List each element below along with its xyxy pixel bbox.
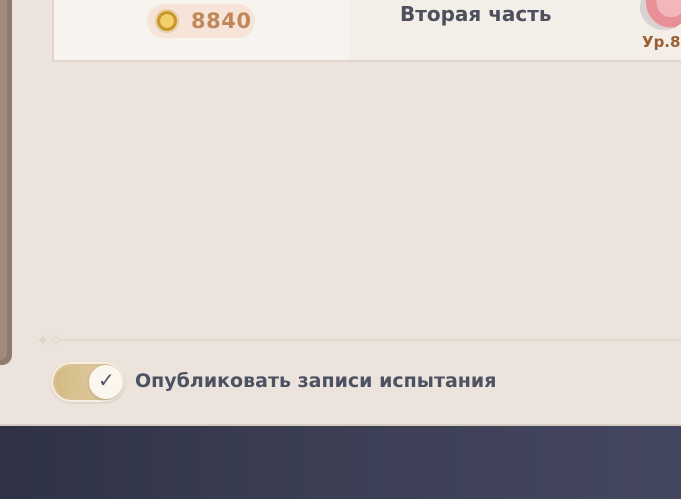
section-divider — [60, 339, 681, 341]
checkmark-icon: ✓ — [98, 368, 115, 392]
challenge-summary-card: 8840 Вторая часть Ур.80 — [52, 0, 681, 62]
character-avatar[interactable] — [640, 0, 681, 30]
publish-records-label[interactable]: Опубликовать записи испытания — [135, 370, 496, 392]
toggle-knob[interactable]: ✓ — [89, 365, 123, 399]
left-frame-inner — [0, 0, 7, 360]
part-title: Вторая часть — [400, 2, 552, 26]
background-footer — [0, 426, 681, 499]
points-badge: 8840 — [147, 4, 255, 38]
publish-records-toggle[interactable]: ✓ — [51, 362, 125, 402]
gold-medal-icon — [155, 9, 179, 33]
points-value: 8840 — [191, 9, 252, 33]
main-panel — [12, 0, 681, 426]
left-frame — [0, 0, 12, 365]
character-level: Ур.80 — [642, 33, 681, 51]
